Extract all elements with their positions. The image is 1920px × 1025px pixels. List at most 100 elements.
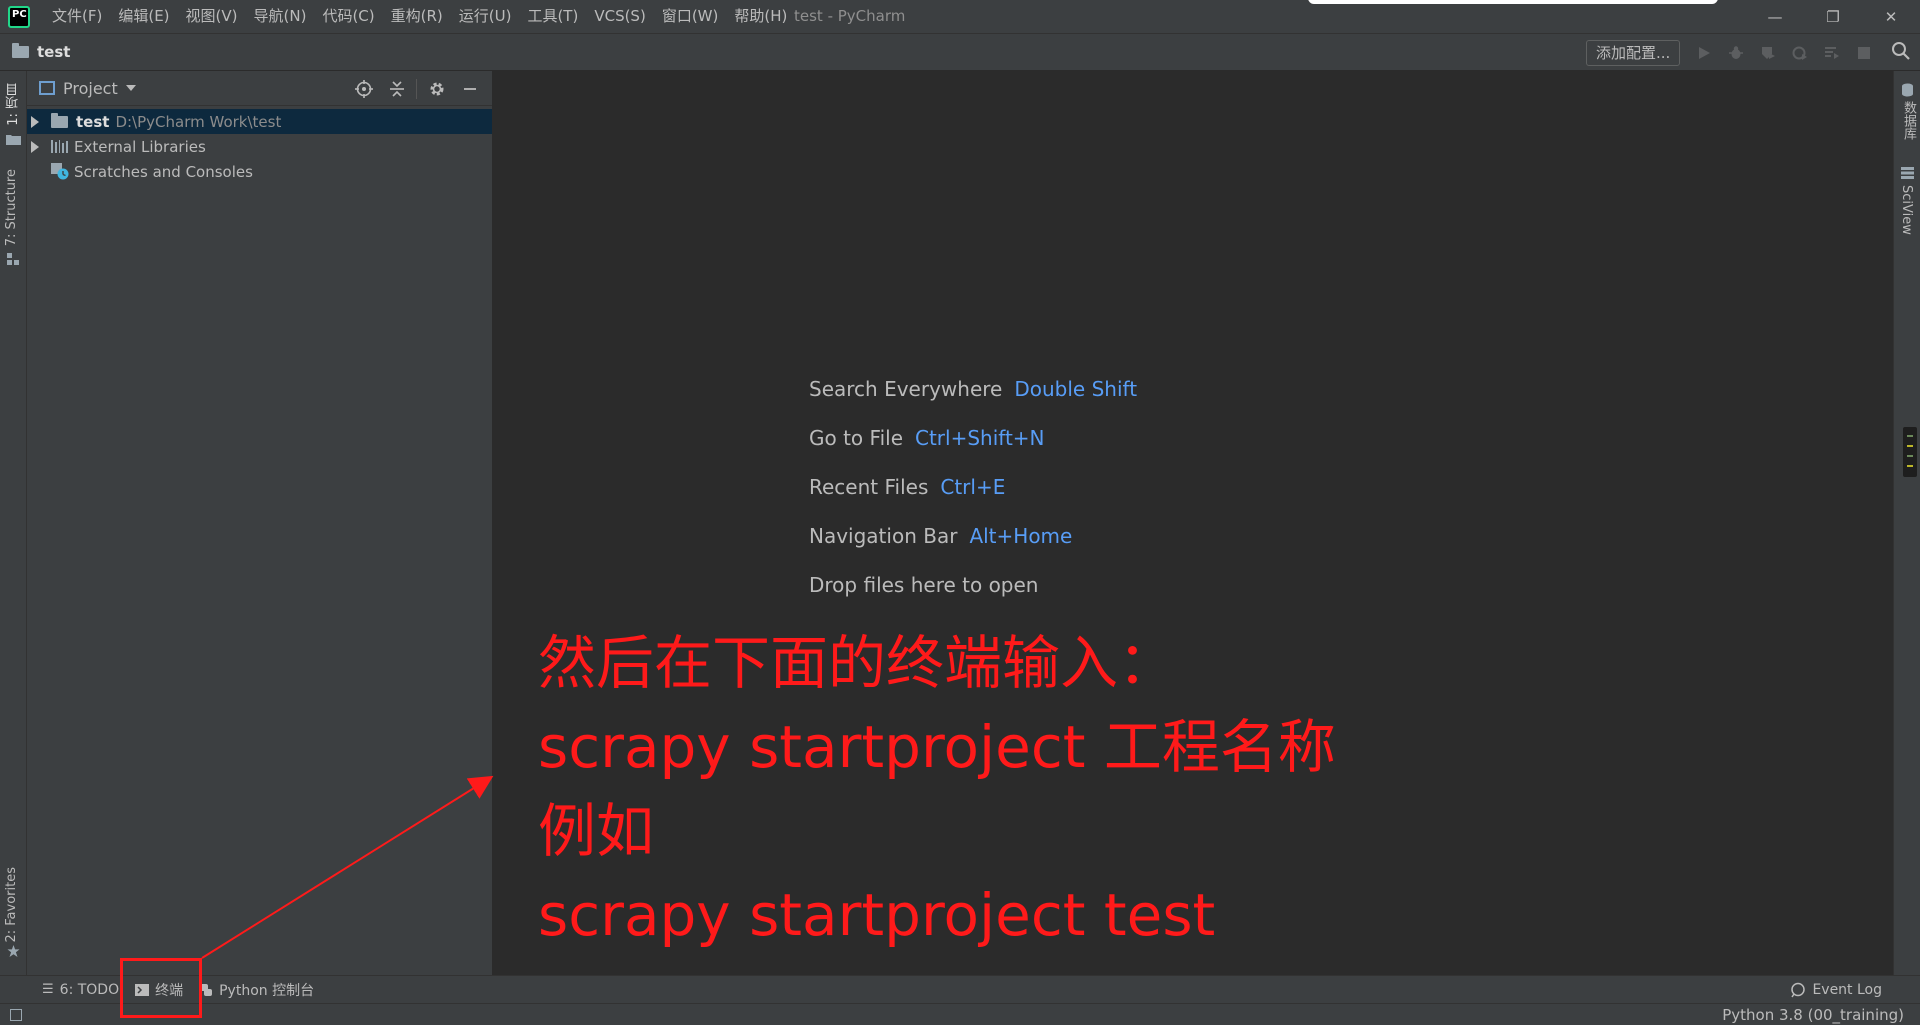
menu-file[interactable]: 文件(F) xyxy=(44,0,110,33)
expand-arrow-icon[interactable] xyxy=(31,115,39,128)
coverage-icon[interactable] xyxy=(1752,41,1784,65)
project-panel-header: Project xyxy=(27,71,492,106)
menu-code[interactable]: 代码(C) xyxy=(314,0,382,33)
menu-navigate[interactable]: 导航(N) xyxy=(246,0,315,33)
tab-python-console[interactable]: Python 控制台 xyxy=(191,976,322,1004)
search-popup-edge xyxy=(1308,0,1718,4)
pycharm-logo-icon: PC xyxy=(8,5,30,28)
hint-shortcut: Alt+Home xyxy=(969,523,1073,548)
sciview-icon xyxy=(1901,167,1914,179)
search-everywhere-icon[interactable] xyxy=(1891,41,1915,65)
tree-item-scratches[interactable]: Scratches and Consoles xyxy=(27,159,492,184)
hint-label: Search Everywhere xyxy=(809,376,1003,401)
concurrency-icon[interactable] xyxy=(1816,41,1848,65)
tab-label: Python 控制台 xyxy=(219,982,315,999)
scratches-icon xyxy=(51,163,69,180)
project-view-icon xyxy=(39,81,55,95)
menu-edit[interactable]: 编辑(E) xyxy=(110,0,177,33)
breadcrumb[interactable]: test xyxy=(12,43,70,61)
event-log-label: Event Log xyxy=(1812,982,1882,998)
folder-icon xyxy=(51,112,68,128)
annotation-line: scrapy startproject test xyxy=(538,881,1216,949)
event-log-button[interactable]: Event Log xyxy=(1790,976,1882,1004)
hint-search-everywhere: Search Everywhere Double Shift xyxy=(809,364,1137,413)
tab-structure[interactable]: 7: Structure xyxy=(4,169,19,246)
panel-actions xyxy=(347,77,486,101)
folder-icon xyxy=(12,43,29,58)
window-controls: — ❐ ✕ xyxy=(1746,0,1920,33)
bottom-tool-bar: ☰ 6: TODO 终端 Python 控制台 Event Log xyxy=(0,975,1920,1003)
tab-project[interactable]: 1: 项目 xyxy=(4,83,23,126)
tab-database[interactable]: 数据库 xyxy=(1899,101,1918,140)
toggle-tool-windows-icon[interactable] xyxy=(10,1008,22,1021)
hint-shortcut: Ctrl+Shift+N xyxy=(915,425,1045,450)
menu-run[interactable]: 运行(U) xyxy=(451,0,520,33)
project-panel: Project test D:\PyCharm Work\test Extern… xyxy=(27,71,493,975)
tree-item-test[interactable]: test D:\PyCharm Work\test xyxy=(27,109,492,134)
expand-arrow-icon[interactable] xyxy=(31,140,39,153)
tab-sciview[interactable]: SciView xyxy=(1899,185,1914,235)
hint-navigation-bar: Navigation Bar Alt+Home xyxy=(809,511,1137,560)
menu-refactor[interactable]: 重构(R) xyxy=(383,0,451,33)
debug-icon[interactable] xyxy=(1720,41,1752,65)
structure-icon xyxy=(7,253,19,265)
profile-icon[interactable] xyxy=(1784,41,1816,65)
empty-editor-hints: Search Everywhere Double Shift Go to Fil… xyxy=(809,364,1137,609)
library-icon xyxy=(51,140,68,153)
collapse-all-icon[interactable] xyxy=(380,77,413,101)
menu-view[interactable]: 视图(V) xyxy=(178,0,246,33)
stop-icon[interactable] xyxy=(1848,41,1880,65)
star-icon xyxy=(7,945,20,957)
hint-label: Go to File xyxy=(809,425,903,450)
menu-tools[interactable]: 工具(T) xyxy=(519,0,586,33)
database-icon xyxy=(1902,83,1913,97)
menu-bar: 文件(F) 编辑(E) 视图(V) 导航(N) 代码(C) 重构(R) 运行(U… xyxy=(44,0,795,33)
add-configuration-button[interactable]: 添加配置... xyxy=(1586,40,1681,66)
right-tool-strip: 数据库 SciView xyxy=(1893,71,1920,975)
close-button[interactable]: ✕ xyxy=(1862,0,1920,33)
python-interpreter[interactable]: Python 3.8 (00_training) xyxy=(1722,1004,1904,1025)
tree-item-label: Scratches and Consoles xyxy=(74,162,253,181)
minimize-button[interactable]: — xyxy=(1746,0,1804,33)
tree-item-label: test xyxy=(76,112,110,131)
hint-label: Drop files here to open xyxy=(809,572,1039,597)
hint-recent-files: Recent Files Ctrl+E xyxy=(809,462,1137,511)
menu-vcs[interactable]: VCS(S) xyxy=(586,0,653,33)
inspection-widget[interactable] xyxy=(1903,427,1917,477)
project-tree: test D:\PyCharm Work\test External Libra… xyxy=(27,106,492,184)
editor-area[interactable]: Search Everywhere Double Shift Go to Fil… xyxy=(494,71,1893,975)
menu-help[interactable]: 帮助(H) xyxy=(726,0,795,33)
hide-panel-icon[interactable] xyxy=(453,77,486,101)
run-toolbar xyxy=(1688,41,1880,65)
run-icon[interactable] xyxy=(1688,41,1720,65)
project-view-selector[interactable]: Project xyxy=(63,79,118,98)
divider xyxy=(416,79,417,99)
tree-item-external-libraries[interactable]: External Libraries xyxy=(27,134,492,159)
status-bar: Python 3.8 (00_training) xyxy=(0,1003,1920,1025)
hint-shortcut: Double Shift xyxy=(1014,376,1138,401)
tab-favorites[interactable]: 2: Favorites xyxy=(4,867,19,943)
list-icon: ☰ xyxy=(42,982,54,997)
annotation-line: scrapy startproject 工程名称 xyxy=(538,713,1336,781)
annotation-line: 然后在下面的终端输入： xyxy=(538,629,1177,697)
tab-todo[interactable]: ☰ 6: TODO xyxy=(34,976,127,1004)
project-folder-icon xyxy=(6,135,21,145)
hint-shortcut: Ctrl+E xyxy=(940,474,1006,499)
menu-window[interactable]: 窗口(W) xyxy=(654,0,727,33)
left-tool-strip: 1: 项目 7: Structure 2: Favorites xyxy=(0,71,27,975)
tab-label: 6: TODO xyxy=(59,981,120,998)
title-bar: PC 文件(F) 编辑(E) 视图(V) 导航(N) 代码(C) 重构(R) 运… xyxy=(0,0,1920,33)
restore-button[interactable]: ❐ xyxy=(1804,0,1862,33)
navigation-bar: test 添加配置... xyxy=(0,33,1920,71)
hint-label: Navigation Bar xyxy=(809,523,958,548)
locate-file-icon[interactable] xyxy=(347,77,380,101)
annotation-line: 例如 xyxy=(538,797,655,865)
window-title: test - PyCharm xyxy=(794,7,906,25)
hint-go-to-file: Go to File Ctrl+Shift+N xyxy=(809,413,1137,462)
breadcrumb-label: test xyxy=(37,43,71,61)
hint-drop-files: Drop files here to open xyxy=(809,560,1137,609)
gear-icon[interactable] xyxy=(420,77,453,101)
hint-label: Recent Files xyxy=(809,474,929,499)
speech-bubble-icon xyxy=(1791,982,1806,998)
chevron-down-icon[interactable] xyxy=(125,85,136,91)
